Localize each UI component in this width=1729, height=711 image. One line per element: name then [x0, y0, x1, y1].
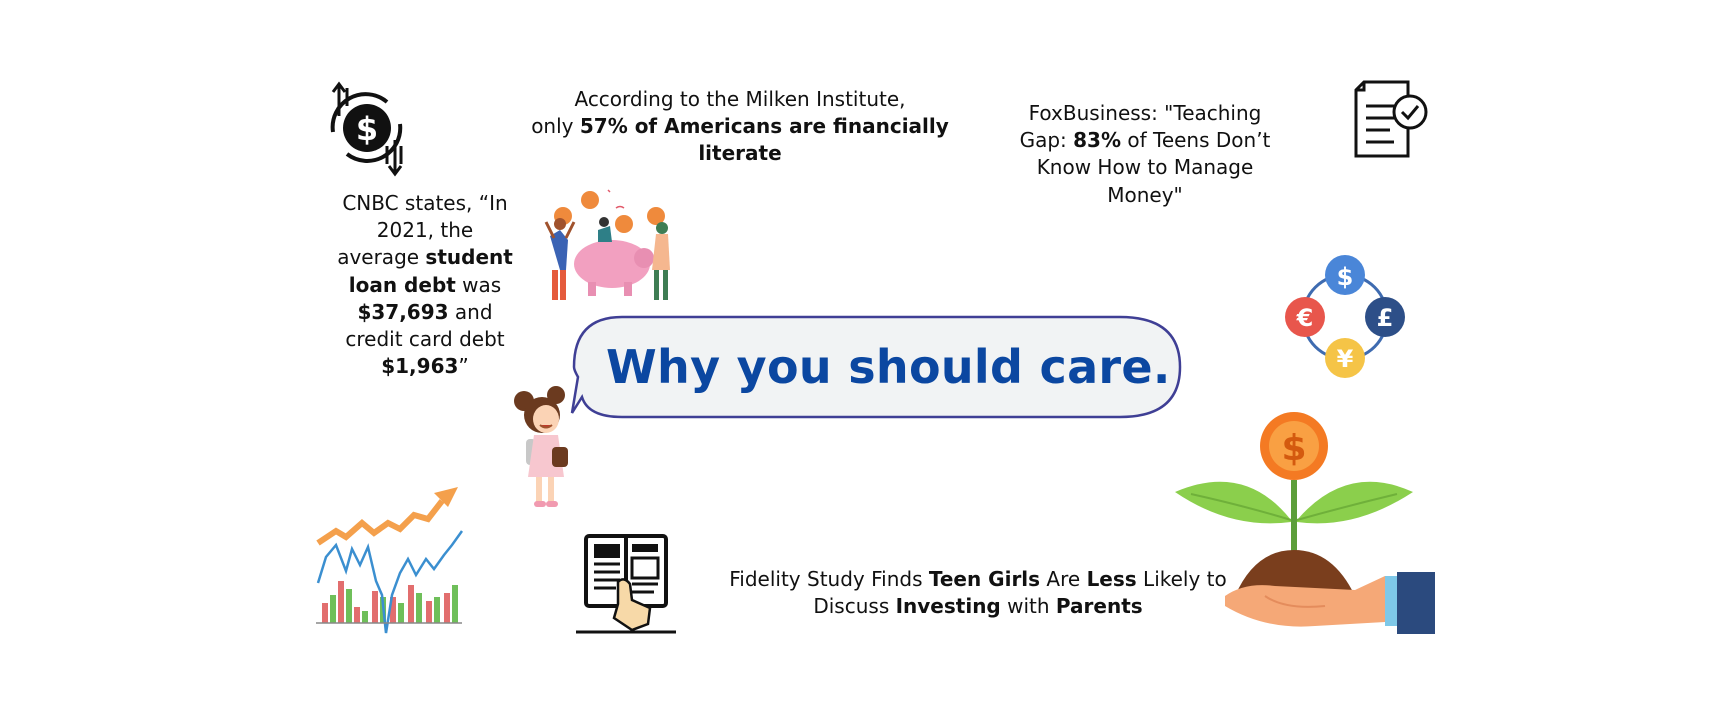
money-plant-hand-illustration: $: [1175, 412, 1435, 634]
dollar-symbol: $: [1337, 263, 1354, 291]
dollar-exchange-icon: $: [330, 81, 403, 177]
piggy-bank-illustration: [544, 189, 670, 300]
yen-symbol: ¥: [1337, 345, 1354, 373]
headline: Why you should care.: [606, 340, 1171, 394]
coin-dollar-sign: $: [1281, 428, 1306, 469]
cnbc-quote: CNBC states, “In 2021, the average stude…: [337, 191, 513, 379]
fidelity-study: Fidelity Study Finds Teen Girls Are Less…: [729, 567, 1227, 619]
svg-text:$: $: [356, 110, 378, 148]
document-check-icon: [1354, 80, 1428, 158]
foxbusiness-stat: FoxBusiness: "Teaching Gap: 83% of Teens…: [1019, 101, 1271, 207]
stock-chart-illustration: [316, 487, 464, 634]
currency-cycle-icon: $ € £ ¥: [1285, 255, 1405, 378]
book-reading-icon: [576, 534, 676, 634]
girl-wallet-illustration: [514, 386, 568, 507]
euro-symbol: €: [1296, 304, 1314, 332]
milken-stat: According to the Milken Institute, only …: [531, 87, 949, 166]
pound-symbol: £: [1377, 304, 1394, 332]
